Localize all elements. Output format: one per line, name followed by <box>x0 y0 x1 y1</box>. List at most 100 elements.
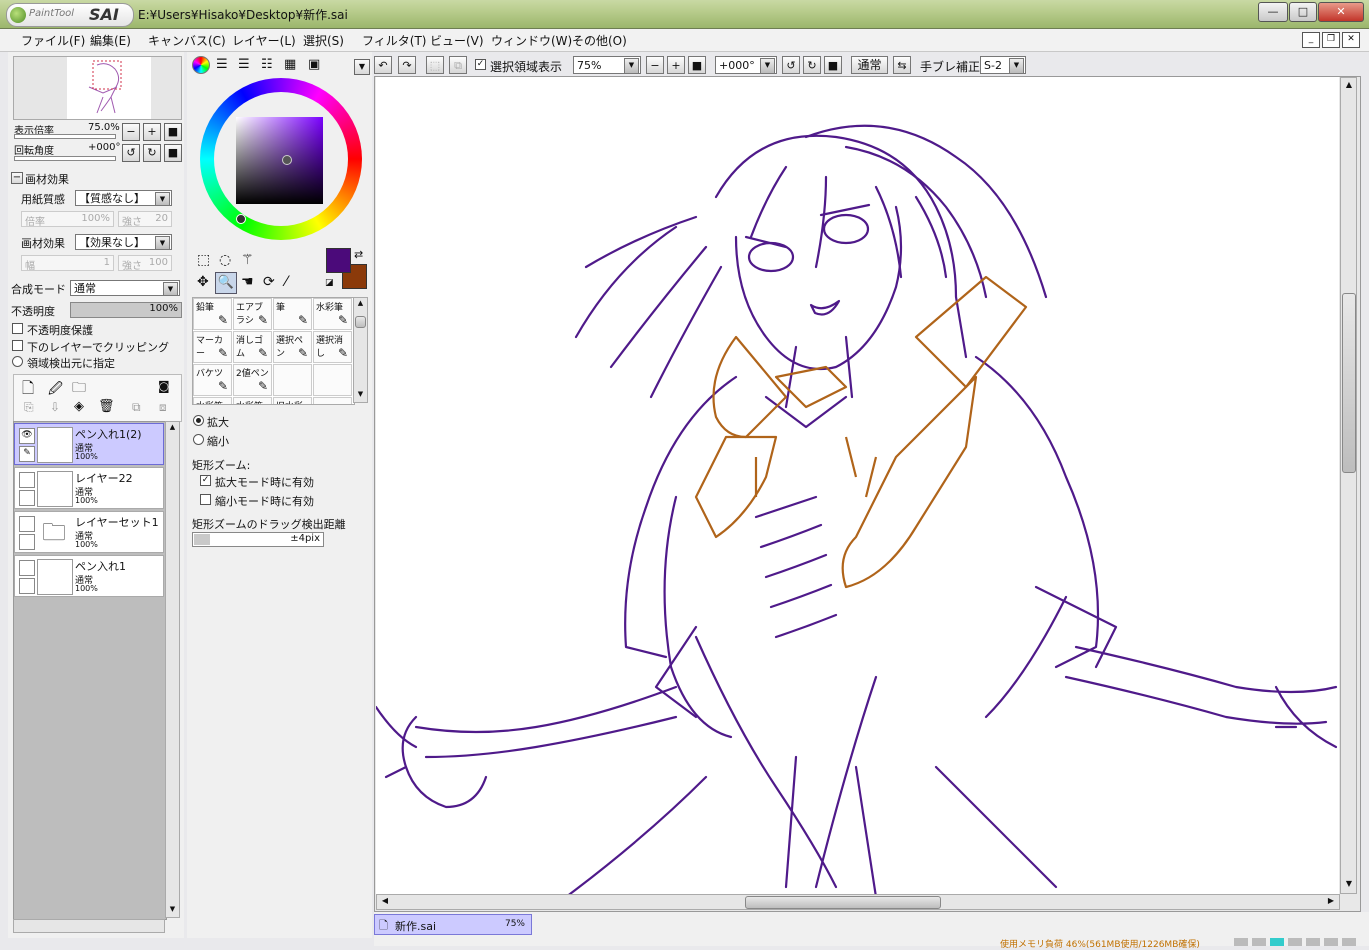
layer-item[interactable]: ペン入れ1 通常 100% <box>14 555 164 597</box>
scroll-down-icon[interactable]: ▼ <box>355 390 366 401</box>
toolbar-rotate-reset-button[interactable]: ■ <box>824 56 842 74</box>
menu-select[interactable]: 選択(S) <box>303 32 344 49</box>
new-pen-layer-icon[interactable]: 🖉 <box>48 378 63 402</box>
layer-item[interactable]: レイヤー22 通常 100% <box>14 467 164 509</box>
color-wheel-tab-icon[interactable] <box>192 56 210 74</box>
tool-13[interactable]: 水彩筆 <box>233 397 272 404</box>
pen-icon[interactable]: ✎ <box>19 446 35 462</box>
merge-layer-icon[interactable]: ⇩ <box>50 400 60 414</box>
navigator-preview[interactable] <box>67 57 151 119</box>
lasso-icon[interactable]: ◌ <box>219 252 231 268</box>
tool-7[interactable]: 選択消し ✎ <box>313 331 352 363</box>
menu-filter[interactable]: フィルタ(T) <box>362 32 426 49</box>
menu-window[interactable]: ウィンドウ(W) <box>491 32 572 49</box>
zoom-select[interactable]: 75% ▼ <box>573 56 641 74</box>
merge-visible-icon[interactable]: ⧈ <box>159 400 167 415</box>
mdi-restore-button[interactable]: ❐ <box>1322 32 1340 48</box>
mdi-close-button[interactable]: ✕ <box>1342 32 1360 48</box>
rotate-icon[interactable]: ⟳ <box>263 274 275 290</box>
rotate-right-button[interactable]: ↻ <box>143 144 161 162</box>
zoom-tool-icon[interactable]: 🔍 <box>215 272 237 294</box>
tool-14[interactable]: 旧水彩 <box>273 397 312 404</box>
show-selection-checkbox[interactable]: ✓ <box>475 59 486 70</box>
scroll-up-icon[interactable]: ▲ <box>1343 80 1355 92</box>
layer-item[interactable]: 👁 ✎ ペン入れ1(2) 通常 100% <box>14 423 164 465</box>
toolbar-rotate-right-button[interactable]: ↻ <box>803 56 821 74</box>
tool-1[interactable]: エアブラシ ✎ <box>233 298 272 330</box>
scratchpad-tab-icon[interactable]: ▦ <box>284 57 296 72</box>
blend-toggle-button[interactable]: 通常 <box>851 56 888 74</box>
canvas-hscrollbar[interactable]: ◀ ▶ <box>376 894 1340 910</box>
stabilizer-select[interactable]: S-2 ▼ <box>980 56 1026 74</box>
menu-file[interactable]: ファイル(F) <box>21 32 85 49</box>
layer-item[interactable]: 🗀 レイヤーセット1 通常 100% <box>14 511 164 553</box>
opacity-slider[interactable]: 100% <box>70 302 182 318</box>
merge-down-icon[interactable]: ⧉ <box>132 400 141 415</box>
zoom-reset-button[interactable]: ■ <box>164 123 182 141</box>
scroll-down-icon[interactable]: ▼ <box>1343 879 1355 891</box>
visibility-toggle[interactable] <box>19 472 35 488</box>
redo-button[interactable]: ↷ <box>398 56 416 74</box>
swatch-tab-icon[interactable]: ☷ <box>261 57 273 72</box>
hscroll-thumb[interactable] <box>745 896 941 909</box>
toolbar-rotate-left-button[interactable]: ↺ <box>782 56 800 74</box>
tool-8[interactable]: バケツ ✎ <box>193 364 232 396</box>
maximize-button[interactable]: □ <box>1289 2 1317 22</box>
tool-12[interactable]: 水彩筆 <box>193 397 232 404</box>
eyedropper-icon[interactable]: ⁄ <box>285 274 287 290</box>
rotate-reset-button[interactable]: ■ <box>164 144 182 162</box>
angle-slider[interactable] <box>14 156 116 161</box>
primary-color-swatch[interactable] <box>326 248 351 273</box>
rgb-slider-tab-icon[interactable]: ☰ <box>216 57 228 72</box>
hsv-slider-tab-icon[interactable]: ☰ <box>238 57 250 72</box>
rect-zoom-out-checkbox[interactable] <box>200 494 211 505</box>
scroll-down-icon[interactable]: ▼ <box>167 905 178 916</box>
toolbar-zoom-in-button[interactable]: + <box>667 56 685 74</box>
magic-wand-icon[interactable]: ⚚ <box>241 252 254 268</box>
invert-select-button[interactable]: ⧉ <box>449 56 467 74</box>
layer-scrollbar[interactable]: ▲ ▼ <box>165 421 180 918</box>
lock-toggle[interactable] <box>19 578 35 594</box>
collapse-icon[interactable]: − <box>11 172 23 184</box>
layer-mask-icon[interactable]: ◙ <box>158 379 170 393</box>
zoom-out-button[interactable]: − <box>122 123 140 141</box>
tool-11[interactable] <box>313 364 352 396</box>
tool-5[interactable]: 消しゴム ✎ <box>233 331 272 363</box>
zoom-out-radio[interactable] <box>193 434 204 445</box>
copy-layer-icon[interactable]: ⎘ <box>24 400 34 415</box>
hue-cursor[interactable] <box>236 214 246 224</box>
scroll-thumb[interactable] <box>355 316 366 328</box>
zoom-in-radio[interactable] <box>193 415 204 426</box>
rotate-left-button[interactable]: ↺ <box>122 144 140 162</box>
zoom-slider[interactable] <box>14 134 116 139</box>
menu-layer[interactable]: レイヤー(L) <box>232 32 296 49</box>
tool-10[interactable] <box>273 364 312 396</box>
rect-zoom-in-checkbox[interactable]: ✓ <box>200 475 211 486</box>
tool-15[interactable] <box>313 397 352 404</box>
zoom-in-button[interactable]: + <box>143 123 161 141</box>
panel-menu-button[interactable]: ▼ <box>354 59 370 75</box>
clear-layer-icon[interactable]: ◈ <box>74 399 84 414</box>
menu-edit[interactable]: 編集(E) <box>90 32 131 49</box>
visibility-toggle[interactable] <box>19 560 35 576</box>
mdi-minimize-button[interactable]: _ <box>1302 32 1320 48</box>
tool-9[interactable]: 2値ペン ✎ <box>233 364 272 396</box>
scroll-right-icon[interactable]: ▶ <box>1325 896 1337 908</box>
visibility-toggle[interactable] <box>19 516 35 532</box>
toolbar-zoom-out-button[interactable]: − <box>646 56 664 74</box>
new-folder-icon[interactable]: 🗀 <box>72 377 86 401</box>
menu-view[interactable]: ビュー(V) <box>430 32 484 49</box>
preserve-opacity-checkbox[interactable] <box>12 323 23 334</box>
drawing-canvas[interactable] <box>376 77 1339 894</box>
tool-6[interactable]: 選択ペン ✎ <box>273 331 312 363</box>
reset-colors-icon[interactable]: ◪ <box>325 278 334 288</box>
saturation-value-square[interactable] <box>236 117 323 204</box>
scroll-up-icon[interactable]: ▲ <box>167 423 178 434</box>
menu-canvas[interactable]: キャンバス(C) <box>148 32 226 49</box>
undo-button[interactable]: ↶ <box>374 56 392 74</box>
vscroll-thumb[interactable] <box>1342 293 1356 473</box>
effect-select[interactable]: 【効果なし】 ▼ <box>75 234 172 250</box>
toolbar-zoom-reset-button[interactable]: ■ <box>688 56 706 74</box>
close-button[interactable]: ✕ <box>1318 2 1364 22</box>
lock-toggle[interactable] <box>19 534 35 550</box>
